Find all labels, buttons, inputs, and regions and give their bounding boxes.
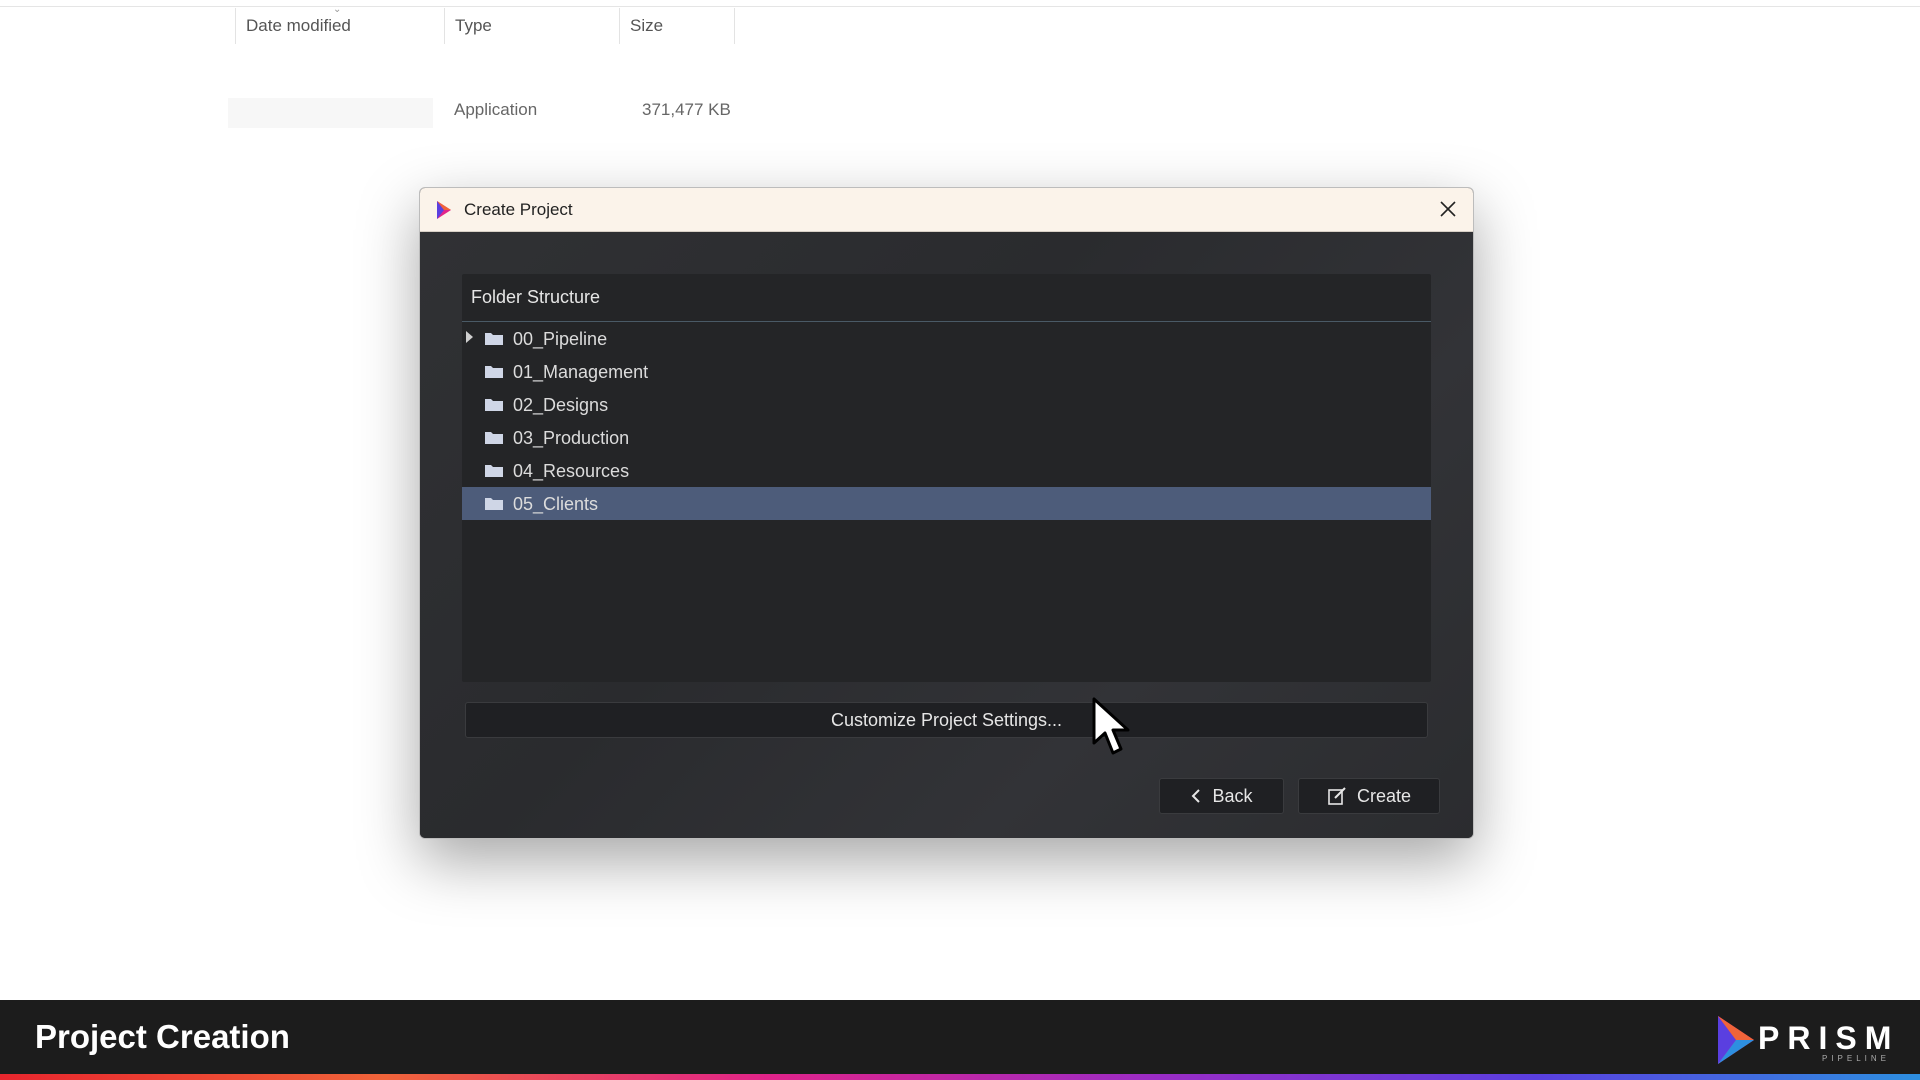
prism-brand-logo-icon	[1718, 1016, 1754, 1064]
folder-icon	[485, 333, 503, 345]
folder-icon	[485, 366, 503, 378]
folder-icon	[485, 432, 503, 444]
column-header-type[interactable]: Type	[445, 8, 620, 44]
tree-item-label: 02_Designs	[513, 395, 609, 415]
folder-structure-tree[interactable]: Folder Structure 00_Pipeline 01_Managemen…	[462, 274, 1431, 682]
tree-item-label: 00_Pipeline	[513, 329, 608, 349]
dialog-titlebar[interactable]: Create Project	[420, 188, 1473, 232]
expand-arrow-icon[interactable]	[466, 331, 473, 343]
back-button[interactable]: Back	[1159, 778, 1284, 814]
customize-label: Customize Project Settings...	[830, 709, 1063, 730]
file-size-cell: 371,477 KB	[642, 100, 731, 119]
explorer-divider	[0, 6, 1920, 7]
column-header-size[interactable]: Size	[620, 8, 735, 44]
folder-icon	[485, 399, 503, 411]
tree-item[interactable]: 00_Pipeline	[462, 322, 1431, 355]
folder-icon	[485, 498, 503, 510]
tree-item[interactable]: 01_Management	[462, 355, 1431, 388]
tree-rows: 00_Pipeline 01_Management 02_Designs 03_Pro…	[462, 322, 1431, 520]
create-label: Create	[1356, 785, 1412, 806]
file-type-cell: Application	[454, 100, 538, 119]
prism-logo-icon	[437, 200, 451, 219]
create-button[interactable]: Create	[1298, 778, 1440, 814]
dialog-body: Folder Structure 00_Pipeline 01_Managemen…	[420, 232, 1473, 838]
file-row-date-cell[interactable]	[228, 98, 433, 128]
dialog-title: Create Project	[464, 199, 573, 219]
accent-gradient-bar	[0, 1074, 1920, 1080]
tree-item[interactable]: 05_Clients	[462, 487, 1431, 520]
tree-item-label: 05_Clients	[513, 494, 599, 514]
brand-subtitle: PIPELINE	[1822, 1054, 1891, 1063]
tree-item[interactable]: 03_Production	[462, 421, 1431, 454]
create-project-dialog: Create Project Folder Structure 00_Pipel…	[419, 187, 1474, 839]
brand-wordmark: PRISM	[1758, 1020, 1900, 1056]
customize-project-settings-button[interactable]: Customize Project Settings...	[465, 702, 1428, 738]
footer-banner: Project Creation	[0, 1000, 1920, 1080]
chevron-left-icon	[1190, 788, 1202, 804]
tree-item[interactable]: 02_Designs	[462, 388, 1431, 421]
tree-item-label: 04_Resources	[513, 461, 630, 481]
tree-item-label: 03_Production	[513, 428, 630, 448]
folder-icon	[485, 465, 503, 477]
close-button[interactable]	[1435, 196, 1461, 222]
column-header-date-modified[interactable]: Date modified	[235, 8, 445, 44]
mouse-cursor-icon	[1092, 697, 1130, 755]
back-label: Back	[1212, 785, 1253, 806]
tree-header: Folder Structure	[462, 274, 1431, 322]
close-icon	[1440, 201, 1456, 217]
tree-item-label: 01_Management	[513, 362, 649, 382]
edit-icon	[1327, 786, 1347, 806]
banner-title: Project Creation	[35, 1018, 290, 1055]
tree-item[interactable]: 04_Resources	[462, 454, 1431, 487]
